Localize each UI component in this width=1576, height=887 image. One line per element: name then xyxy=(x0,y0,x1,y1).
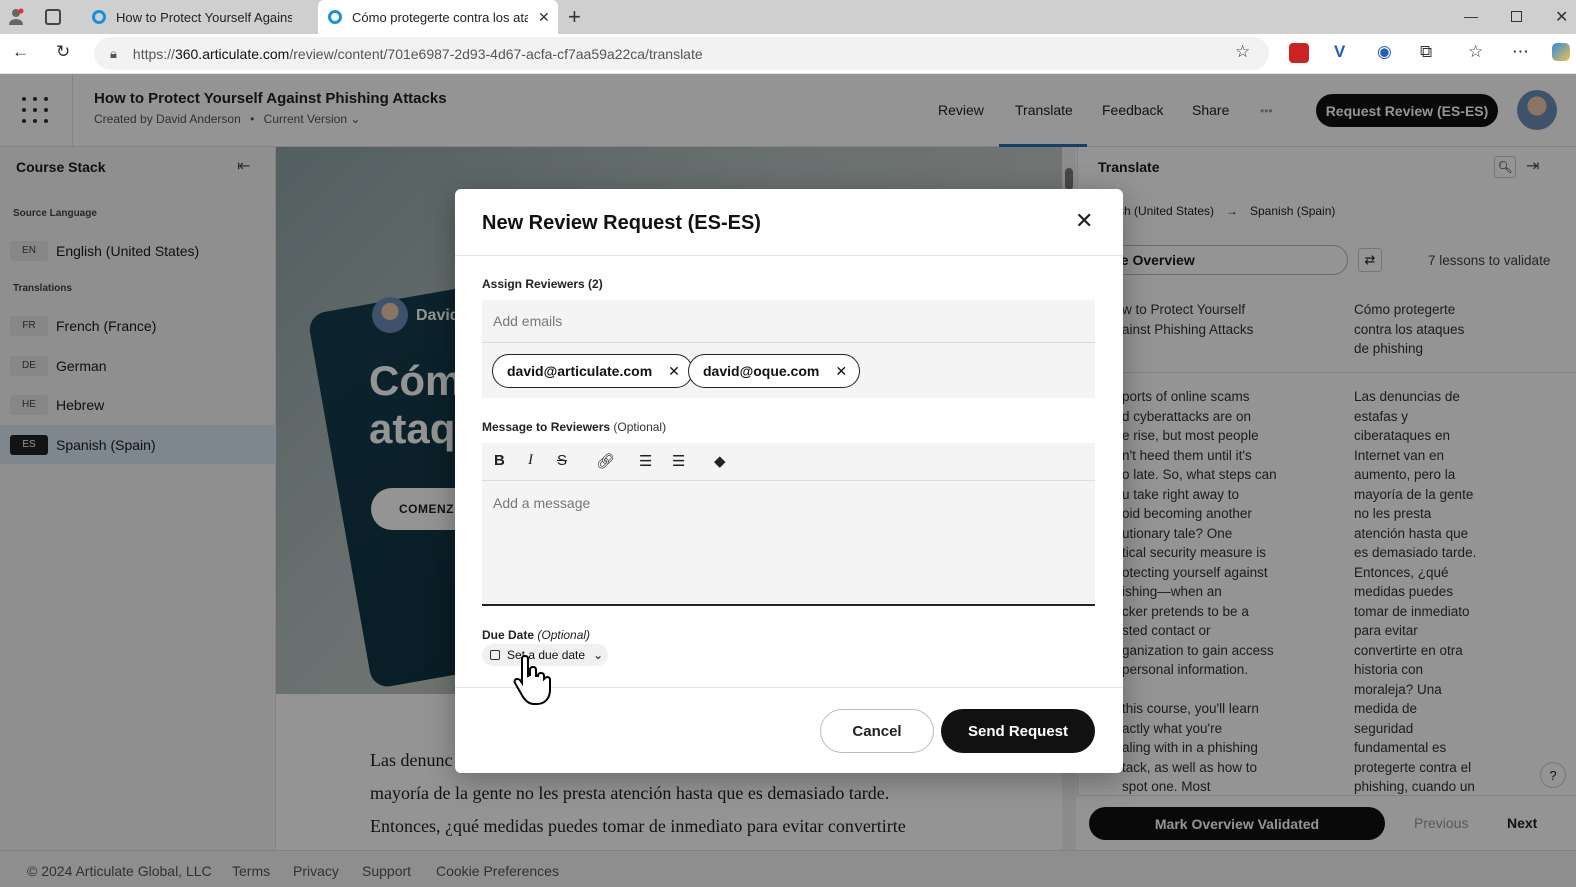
review-request-dialog: New Review Request (ES-ES) ✕ Assign Revi… xyxy=(455,189,1123,773)
link-icon[interactable]: 🔗︎ xyxy=(596,452,615,470)
editor-toolbar: B I S 🔗︎ ☰ ☰ ◆ xyxy=(482,443,1095,481)
dialog-header-divider xyxy=(455,255,1123,256)
url-host: 360.articulate.com xyxy=(174,45,290,62)
ordered-list-icon[interactable]: ☰ xyxy=(639,452,652,470)
favorites-icon[interactable]: ☆ xyxy=(1468,42,1483,62)
tab-title: How to Protect Yourself Against Phishing… xyxy=(116,9,292,25)
reviewer-email: david@oque.com xyxy=(703,363,820,379)
back-icon[interactable]: ← xyxy=(12,42,29,62)
optional-text: (Optional) xyxy=(537,628,591,642)
minimize-icon[interactable]: — xyxy=(1464,8,1478,24)
url-scheme: https:// xyxy=(132,45,175,62)
reviewer-email: david@articulate.com xyxy=(507,363,653,379)
eraser-icon[interactable]: ◆ xyxy=(714,452,726,470)
dialog-title: New Review Request (ES-ES) xyxy=(482,212,761,234)
reload-icon[interactable]: ↻ xyxy=(56,42,70,62)
tab-title: Cómo protegerte contra los ataques de ph… xyxy=(352,9,528,25)
restore-icon[interactable] xyxy=(1511,11,1522,22)
calendar-icon xyxy=(490,650,500,660)
tab-close-icon[interactable]: ✕ xyxy=(538,9,550,26)
more-menu-icon[interactable]: ⋯ xyxy=(1512,42,1529,62)
extension-off-icon[interactable] xyxy=(1289,43,1309,63)
lock-icon: 🔒︎ xyxy=(110,45,117,61)
optional-text: (Optional) xyxy=(613,420,667,434)
reviewer-chip: david@oque.com ✕ xyxy=(688,354,861,388)
italic-icon[interactable]: I xyxy=(528,452,533,469)
extension-shield-icon[interactable]: ◉ xyxy=(1377,42,1392,62)
browser-tab-2[interactable]: Cómo protegerte contra los ataques de ph… xyxy=(318,0,558,34)
chevron-down-icon: ⌄ xyxy=(593,648,604,662)
cancel-button[interactable]: Cancel xyxy=(820,709,934,753)
message-textarea[interactable]: Add a message xyxy=(493,495,590,511)
favorite-star-icon[interactable]: ☆ xyxy=(1235,42,1250,62)
new-tab-icon[interactable]: + xyxy=(568,4,581,30)
tab-actions-icon[interactable] xyxy=(45,9,61,25)
send-request-button[interactable]: Send Request xyxy=(941,709,1095,753)
reviewer-chip: david@articulate.com ✕ xyxy=(492,354,693,388)
browser-tab-bar: How to Protect Yourself Against Phishing… xyxy=(0,0,1576,34)
email-input[interactable]: Add emails xyxy=(482,300,1095,343)
dialog-footer-divider xyxy=(455,687,1123,688)
bullet-list-icon[interactable]: ☰ xyxy=(672,452,685,470)
message-placeholder: Add a message xyxy=(493,495,591,511)
reviewers-box: Add emails david@articulate.com ✕ david@… xyxy=(482,300,1095,398)
tab-favicon-icon xyxy=(328,10,342,24)
message-label: Message to Reviewers (Optional) xyxy=(482,420,666,434)
address-bar-row: ← ↻ 🔒︎ https://360.articulate.com/review… xyxy=(0,34,1576,74)
due-date-label-text: Due Date xyxy=(482,628,535,642)
url-path: /review/content/701e6987-2d93-4d67-acfa-… xyxy=(289,45,703,62)
message-editor: B I S 🔗︎ ☰ ☰ ◆ Add a message xyxy=(482,443,1095,606)
hand-cursor-icon xyxy=(513,654,551,705)
close-icon[interactable]: ✕ xyxy=(1075,208,1093,234)
extensions-puzzle-icon[interactable]: ⧉ xyxy=(1420,42,1432,62)
strikethrough-icon[interactable]: S xyxy=(557,452,567,469)
due-date-label: Due Date (Optional) xyxy=(482,628,590,642)
url-field[interactable]: 🔒︎ https://360.articulate.com/review/con… xyxy=(94,37,1269,70)
remove-reviewer-icon[interactable]: ✕ xyxy=(668,363,680,380)
email-placeholder: Add emails xyxy=(493,313,563,329)
browser-tab-1[interactable]: How to Protect Yourself Against Phishing… xyxy=(82,0,317,34)
close-window-icon[interactable]: ✕ xyxy=(1555,7,1568,27)
bold-icon[interactable]: B xyxy=(494,452,505,469)
message-label-text: Message to Reviewers xyxy=(482,420,611,434)
assign-reviewers-label: Assign Reviewers (2) xyxy=(482,277,603,291)
remove-reviewer-icon[interactable]: ✕ xyxy=(835,363,847,380)
tab-favicon-icon xyxy=(92,10,106,24)
copilot-icon[interactable] xyxy=(1552,43,1570,61)
extension-v-icon[interactable]: V xyxy=(1334,42,1345,62)
profile-icon[interactable] xyxy=(8,8,24,26)
